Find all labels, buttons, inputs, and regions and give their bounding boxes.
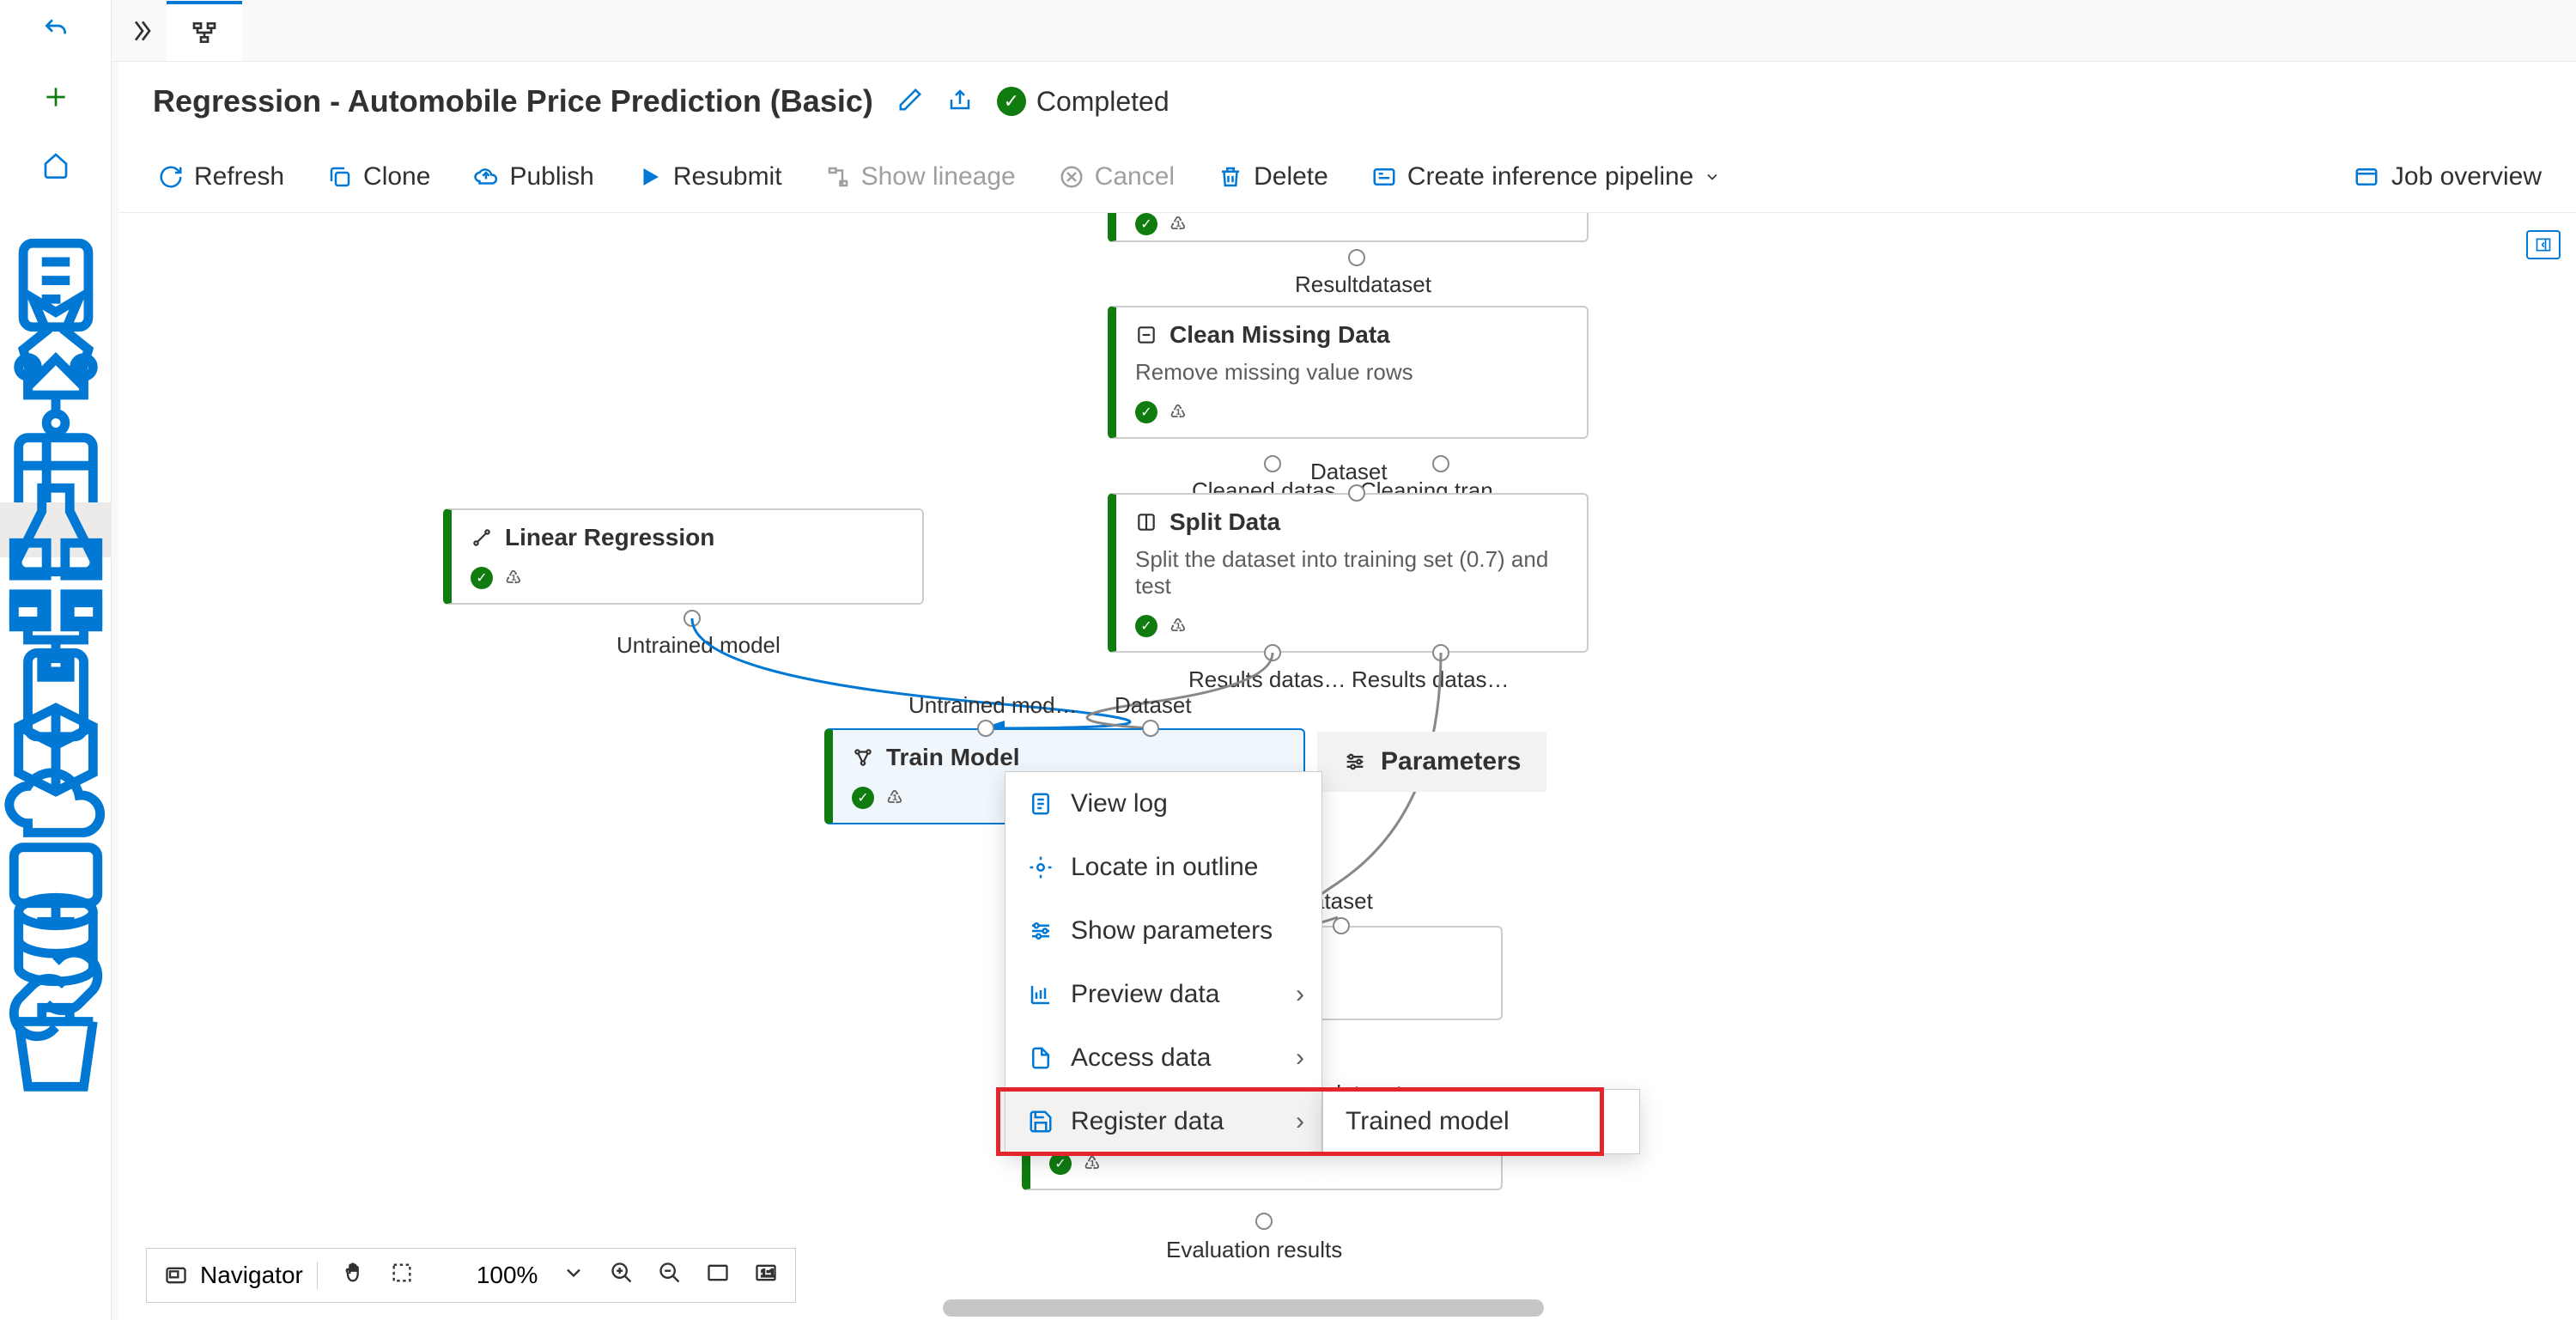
job-overview-button[interactable]: Job overview: [2354, 162, 2542, 192]
select-tool-icon[interactable]: [390, 1261, 414, 1291]
resubmit-button[interactable]: Resubmit: [620, 152, 799, 202]
navigator-button[interactable]: Navigator: [164, 1262, 318, 1289]
node-split-data[interactable]: Split Data Split the dataset into traini…: [1108, 493, 1589, 653]
nav-designer-icon[interactable]: [0, 368, 112, 423]
cancel-button: Cancel: [1042, 152, 1192, 202]
toolbar: Refresh Clone Publish Resubmit Show line…: [118, 141, 2576, 213]
pipeline-status: ✓ Completed: [997, 86, 1170, 118]
refresh-button[interactable]: Refresh: [141, 152, 301, 202]
node-clean-missing-data[interactable]: Clean Missing Data Remove missing value …: [1108, 306, 1589, 439]
create-inference-button[interactable]: Create inference pipeline: [1354, 152, 1739, 202]
port[interactable]: [1333, 917, 1350, 934]
port[interactable]: [1264, 455, 1281, 472]
node-partial-top[interactable]: ✓♳: [1108, 213, 1589, 242]
zoom-level[interactable]: 100%: [477, 1262, 538, 1289]
svg-text:1:1: 1:1: [762, 1268, 775, 1279]
zoom-out-icon[interactable]: [658, 1261, 682, 1291]
port[interactable]: [977, 720, 994, 737]
tab-bar: [112, 0, 2576, 62]
menu-register-data[interactable]: Register data ›: [1005, 1090, 1321, 1153]
menu-access-data[interactable]: Access data ›: [1005, 1026, 1321, 1090]
menu-show-parameters[interactable]: Show parameters: [1005, 899, 1321, 963]
port[interactable]: [1348, 249, 1365, 266]
pipeline-title: Regression - Automobile Price Prediction…: [153, 83, 873, 119]
submenu-trained-model[interactable]: Trained model: [1323, 1090, 1639, 1153]
menu-preview-data[interactable]: Preview data ›: [1005, 963, 1321, 1026]
horizontal-scrollbar[interactable]: [943, 1299, 1544, 1317]
expand-panel-icon[interactable]: [124, 12, 161, 50]
zoom-in-icon[interactable]: [610, 1261, 634, 1291]
port[interactable]: [1432, 644, 1449, 661]
pipeline-canvas[interactable]: ✓♳ Resultdataset Clean Missing Data Remo…: [118, 213, 2576, 1320]
add-icon[interactable]: [42, 83, 70, 115]
publish-button[interactable]: Publish: [456, 152, 611, 202]
menu-locate-outline[interactable]: Locate in outline: [1005, 836, 1321, 899]
delete-button[interactable]: Delete: [1200, 152, 1346, 202]
home-icon[interactable]: [42, 151, 70, 183]
left-nav-rail: [0, 258, 112, 1077]
register-data-submenu: Trained model: [1322, 1089, 1640, 1154]
port[interactable]: [1142, 720, 1159, 737]
actual-size-icon[interactable]: 1:1: [754, 1261, 778, 1291]
chevron-right-icon: ›: [1296, 1043, 1304, 1073]
share-icon[interactable]: [947, 87, 973, 117]
port[interactable]: [1432, 455, 1449, 472]
zoom-dropdown-icon[interactable]: [562, 1261, 586, 1291]
pan-tool-icon[interactable]: [342, 1261, 366, 1291]
undo-icon[interactable]: [42, 15, 70, 47]
show-lineage-button: Show lineage: [808, 152, 1033, 202]
canvas-bottom-bar: Navigator 100% 1:1: [146, 1248, 796, 1303]
parameters-panel[interactable]: Parameters: [1317, 732, 1546, 792]
collapse-panel-icon[interactable]: [2526, 230, 2561, 259]
chevron-right-icon: ›: [1296, 1107, 1304, 1136]
nav-endpoints-icon[interactable]: [0, 777, 112, 832]
port[interactable]: [1255, 1213, 1273, 1230]
status-success-icon: ✓: [997, 87, 1026, 116]
title-bar: Regression - Automobile Price Prediction…: [118, 62, 2576, 141]
chevron-right-icon: ›: [1296, 980, 1304, 1009]
port[interactable]: [1348, 484, 1365, 502]
nav-labeling-icon[interactable]: [0, 1022, 112, 1077]
port[interactable]: [1264, 644, 1281, 661]
edit-title-icon[interactable]: [897, 87, 923, 117]
fit-screen-icon[interactable]: [706, 1261, 730, 1291]
pipeline-tab[interactable]: [167, 1, 242, 61]
node-linear-regression[interactable]: Linear Regression ✓♳: [443, 508, 924, 605]
port[interactable]: [683, 610, 701, 627]
clone-button[interactable]: Clone: [310, 152, 447, 202]
menu-view-log[interactable]: View log: [1005, 772, 1321, 836]
context-menu: View log Locate in outline Show paramete…: [1005, 771, 1322, 1154]
